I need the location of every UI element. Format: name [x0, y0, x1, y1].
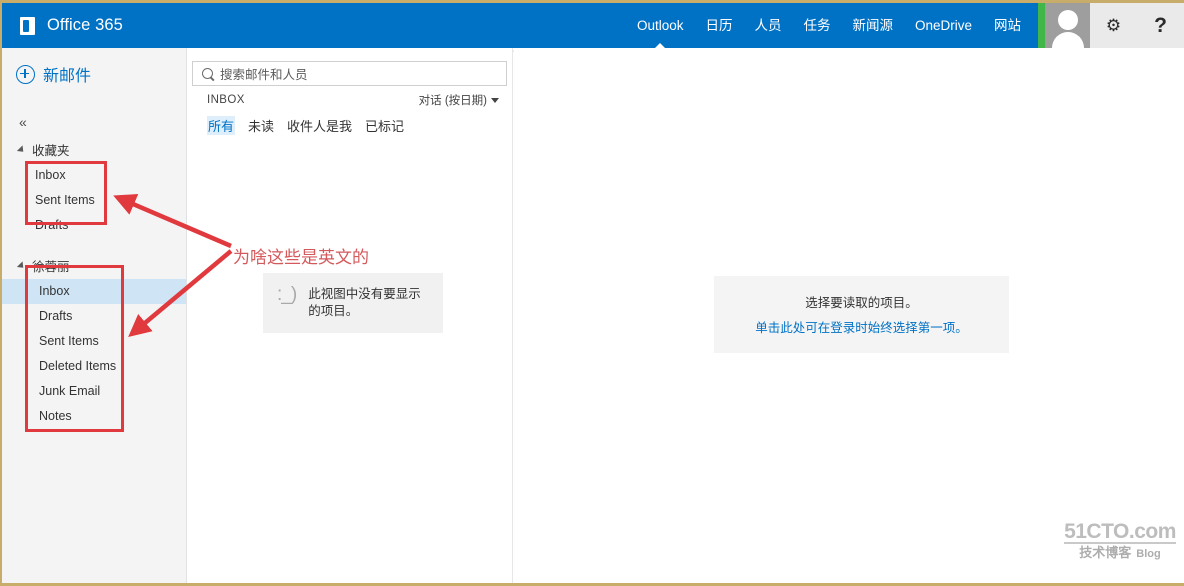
filter-tab-flagged[interactable]: 已标记	[365, 116, 404, 135]
search-input[interactable]: 搜索邮件和人员	[192, 61, 507, 86]
mailbox-owner-name: 徐蓉丽	[32, 260, 70, 274]
nav-item-outlook[interactable]: Outlook	[626, 3, 695, 49]
sidebar-folder-fav-sent-items[interactable]: Sent Items	[2, 188, 186, 213]
nav-item-tasks[interactable]: 任务	[792, 3, 841, 48]
sidebar-folder-fav-drafts[interactable]: Drafts	[2, 213, 186, 238]
folder-group-title: 收藏夹	[32, 144, 70, 158]
nav-item-onedrive[interactable]: OneDrive	[904, 3, 983, 48]
search-placeholder: 搜索邮件和人员	[220, 68, 308, 82]
sidebar-folder-inbox[interactable]: Inbox	[2, 279, 186, 304]
sidebar-folder-notes[interactable]: Notes	[2, 404, 186, 429]
reading-pane: 选择要读取的项目。 单击此处可在登录时始终选择第一项。	[514, 48, 1184, 583]
suite-nav: Outlook 日历 人员 任务 新闻源 OneDrive 网站	[626, 3, 1032, 49]
current-folder-label: INBOX	[207, 94, 245, 106]
message-filter-tabs: 所有 未读 收件人是我 已标记	[188, 116, 513, 135]
suite-bar: Office 365 Outlook 日历 人员 任务 新闻源 OneDrive…	[2, 3, 1184, 49]
sad-face-icon: :_)	[277, 284, 297, 305]
folder-sidebar: 新邮件 « 收藏夹 Inbox Sent Items Drafts 徐蓉丽 In…	[2, 48, 187, 583]
new-mail-label: 新邮件	[43, 68, 92, 85]
sidebar-folder-junk-email[interactable]: Junk Email	[2, 379, 186, 404]
filter-tab-to-me[interactable]: 收件人是我	[287, 116, 352, 135]
outlook-web-app-window: Office 365 Outlook 日历 人员 任务 新闻源 OneDrive…	[0, 0, 1184, 586]
sidebar-folder-sent-items[interactable]: Sent Items	[2, 329, 186, 354]
reading-pane-placeholder: 选择要读取的项目。 单击此处可在登录时始终选择第一项。	[714, 276, 1009, 353]
sort-label: 对话 (按日期)	[418, 95, 487, 107]
sidebar-folder-fav-inbox[interactable]: Inbox	[2, 163, 186, 188]
search-icon	[199, 65, 216, 82]
nav-item-sites[interactable]: 网站	[983, 3, 1032, 48]
question-mark-icon[interactable]: ?	[1141, 3, 1181, 48]
sidebar-folder-deleted-items[interactable]: Deleted Items	[2, 354, 186, 379]
office-logo-icon	[18, 16, 38, 36]
empty-list-notice: :_) 此视图中没有要显示的项目。	[263, 273, 443, 333]
empty-list-message: 此视图中没有要显示的项目。	[308, 287, 421, 318]
sidebar-folder-drafts[interactable]: Drafts	[2, 304, 186, 329]
folder-group-header-favorites[interactable]: 收藏夹	[2, 130, 186, 163]
message-list-pane: 搜索邮件和人员 INBOX 对话 (按日期) 所有 未读 收件人是我 已标记 :…	[188, 48, 513, 583]
reading-pane-prompt: 选择要读取的项目。	[805, 296, 918, 310]
brand-label: Office 365	[47, 16, 123, 34]
nav-item-newsfeed[interactable]: 新闻源	[841, 3, 904, 48]
auto-select-first-item-link[interactable]: 单击此处可在登录时始终选择第一项。	[714, 317, 1009, 336]
chevron-down-icon	[16, 260, 27, 271]
office365-brand[interactable]: Office 365	[2, 3, 123, 48]
nav-item-calendar[interactable]: 日历	[694, 3, 743, 48]
folder-group-favorites: 收藏夹 Inbox Sent Items Drafts	[2, 130, 186, 238]
nav-item-people[interactable]: 人员	[743, 3, 792, 48]
gear-icon[interactable]: ⚙	[1094, 3, 1134, 48]
chevron-down-icon	[491, 98, 499, 103]
sort-dropdown[interactable]: 对话 (按日期)	[419, 92, 499, 108]
chevron-down-icon	[16, 144, 27, 155]
folder-group-header-mailbox[interactable]: 徐蓉丽	[2, 238, 186, 279]
plus-circle-icon	[16, 64, 35, 84]
suite-utilities: ⚙ ?	[1090, 3, 1184, 48]
filter-tab-unread[interactable]: 未读	[248, 116, 274, 135]
folder-group-mailbox: 徐蓉丽 Inbox Drafts Sent Items Deleted Item…	[2, 238, 186, 429]
accent-strip	[1038, 3, 1045, 48]
filter-tab-all[interactable]: 所有	[207, 116, 236, 135]
collapse-sidebar-button[interactable]: «	[2, 86, 43, 130]
user-avatar-icon[interactable]	[1045, 3, 1090, 48]
message-list-header: INBOX 对话 (按日期)	[188, 92, 513, 108]
new-mail-button[interactable]: 新邮件	[2, 48, 186, 86]
